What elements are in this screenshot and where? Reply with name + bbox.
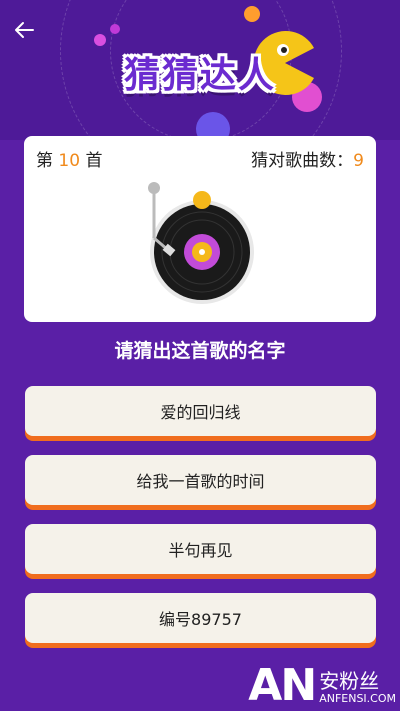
answer-option-1[interactable]: 爱的回归线 xyxy=(25,386,376,436)
question-prompt: 请猜出这首歌的名字 xyxy=(114,340,286,362)
vinyl-record-icon[interactable] xyxy=(132,180,262,310)
song-card: 第 10 首 猜对歌曲数：9 xyxy=(24,136,376,322)
answer-option-2[interactable]: 给我一首歌的时间 xyxy=(25,455,376,505)
answer-option-4[interactable]: 编号89757 xyxy=(25,593,376,643)
score-indicator: 猜对歌曲数：9 xyxy=(251,146,364,171)
watermark-cn: 安粉丝 xyxy=(319,669,380,693)
decor-bubble xyxy=(110,24,120,34)
page-title: 猜猜达人 xyxy=(123,55,276,96)
score-label: 猜对歌曲数： xyxy=(251,151,354,171)
round-prefix: 第 xyxy=(36,151,53,171)
watermark-text: 安粉丝 ANFENSI.COM xyxy=(319,670,396,706)
decor-bubble xyxy=(244,6,260,22)
watermark-en: ANFENSI.COM xyxy=(319,692,396,705)
watermark: AN 安粉丝 ANFENSI.COM xyxy=(248,660,396,711)
back-button[interactable] xyxy=(10,16,38,44)
round-suffix: 首 xyxy=(85,151,103,171)
round-indicator: 第 10 首 xyxy=(36,146,102,171)
decor-bubble xyxy=(94,34,106,46)
round-number: 10 xyxy=(58,151,81,171)
arrow-left-icon xyxy=(15,22,34,38)
watermark-logo: AN xyxy=(248,660,317,711)
score-value: 9 xyxy=(353,151,364,171)
answer-option-3[interactable]: 半句再见 xyxy=(25,524,376,574)
